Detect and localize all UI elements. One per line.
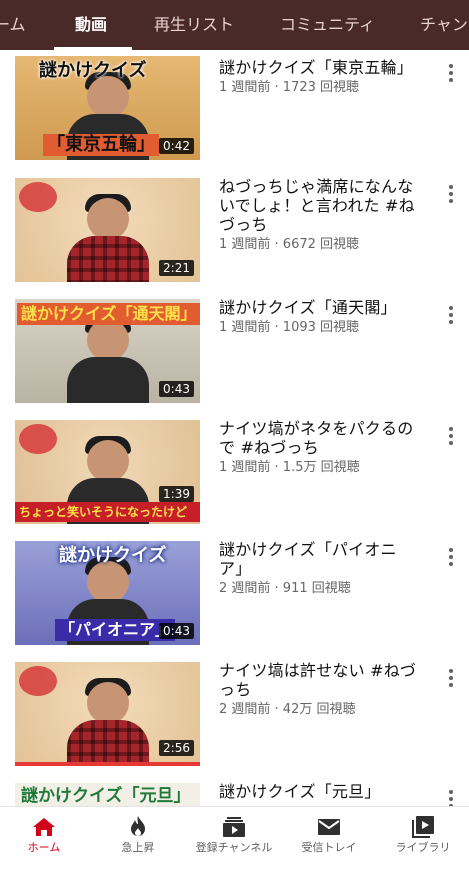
- thumbnail-caption: ちょっと笑いそうになったけど: [15, 502, 200, 522]
- video-title[interactable]: 謎かけクイズ「元旦」: [219, 782, 419, 801]
- video-duration: 0:43: [159, 381, 194, 397]
- home-icon: [33, 818, 55, 836]
- more-options-icon[interactable]: [446, 427, 456, 447]
- nav-label: 急上昇: [121, 841, 155, 854]
- video-thumbnail[interactable]: 謎かけクイズ 「東京五輪」 0:42: [15, 56, 200, 160]
- tab-home[interactable]: ーム: [0, 0, 26, 50]
- video-item[interactable]: 謎かけクイズ 「東京五輪」 0:42 謎かけクイズ「東京五輪」 1 週間前 · …: [0, 52, 469, 173]
- channel-logo-icon: [19, 424, 57, 454]
- tab-community[interactable]: コミュニティ: [280, 0, 375, 50]
- nav-label: ライブラリ: [395, 841, 451, 854]
- thumbnail-caption: 「パイオニア」: [55, 619, 176, 641]
- video-list[interactable]: 謎かけクイズ 「東京五輪」 0:42 謎かけクイズ「東京五輪」 1 週間前 · …: [0, 50, 469, 806]
- video-item[interactable]: 謎かけクイズ 「パイオニア」 0:43 謎かけクイズ「パイオニア」 2 週間前 …: [0, 536, 469, 657]
- nav-label: ホーム: [27, 841, 61, 854]
- video-item[interactable]: 2:56 ナイツ塙は許せない #ねづっち 2 週間前 · 42万 回視聴: [0, 657, 469, 778]
- thumbnail-caption: 謎かけクイズ「元旦」: [21, 786, 191, 806]
- nav-inbox[interactable]: 受信トレイ: [282, 807, 376, 867]
- thumbnail-caption: 「東京五輪」: [43, 134, 159, 156]
- video-title[interactable]: ナイツ塙は許せない #ねづっち: [219, 661, 419, 699]
- thumbnail-caption: 謎かけクイズ: [39, 60, 147, 81]
- more-options-icon[interactable]: [446, 548, 456, 568]
- video-item[interactable]: 謎かけクイズ「元旦」 謎かけクイズ「元旦」: [0, 778, 469, 806]
- video-meta: 1 週間前 · 1093 回視聴: [219, 320, 360, 335]
- more-options-icon[interactable]: [446, 669, 456, 689]
- thumbnail-caption: 謎かけクイズ「通天閣」: [17, 303, 200, 325]
- channel-tab-bar: ーム 動画 再生リスト コミュニティ チャン: [0, 0, 469, 50]
- video-thumbnail[interactable]: 謎かけクイズ「通天閣」 0:43: [15, 299, 200, 403]
- library-play-icon: [412, 816, 434, 838]
- video-duration: 2:56: [159, 740, 194, 756]
- subscriptions-icon: [223, 817, 245, 837]
- video-meta: 2 週間前 · 42万 回視聴: [219, 702, 356, 717]
- video-title[interactable]: 謎かけクイズ「パイオニア」: [219, 540, 419, 578]
- nav-subscriptions[interactable]: 登録チャンネル: [187, 807, 281, 867]
- video-item[interactable]: 2:21 ねづっちじゃ満席になんないでしょ！と言われた #ねづっち 1 週間前 …: [0, 173, 469, 294]
- video-title[interactable]: ナイツ塙がネタをパクるので #ねづっち: [219, 419, 419, 457]
- nav-label: 受信トレイ: [301, 841, 357, 854]
- video-title[interactable]: ねづっちじゃ満席になんないでしょ！と言われた #ねづっち: [219, 177, 419, 234]
- video-duration: 0:42: [159, 138, 194, 154]
- video-title[interactable]: 謎かけクイズ「東京五輪」: [219, 58, 419, 77]
- channel-logo-icon: [19, 666, 57, 696]
- channel-logo-icon: [19, 182, 57, 212]
- video-duration: 1:39: [159, 486, 194, 502]
- video-thumbnail[interactable]: 謎かけクイズ「元旦」: [15, 783, 200, 806]
- tab-videos[interactable]: 動画: [75, 0, 107, 50]
- nav-home[interactable]: ホーム: [0, 807, 91, 867]
- video-item[interactable]: 謎かけクイズ「通天閣」 0:43 謎かけクイズ「通天閣」 1 週間前 · 109…: [0, 294, 469, 415]
- video-meta: 1 週間前 · 1.5万 回視聴: [219, 460, 360, 475]
- video-duration: 0:43: [159, 623, 194, 639]
- video-thumbnail[interactable]: 2:56: [15, 662, 200, 766]
- video-thumbnail[interactable]: ちょっと笑いそうになったけど 1:39: [15, 420, 200, 524]
- video-meta: 2 週間前 · 911 回視聴: [219, 581, 351, 596]
- more-options-icon[interactable]: [446, 185, 456, 205]
- watch-progress-bar: [15, 762, 200, 766]
- video-meta: 1 週間前 · 1723 回視聴: [219, 80, 360, 95]
- thumbnail-caption: 謎かけクイズ: [59, 545, 167, 566]
- nav-library[interactable]: ライブラリ: [376, 807, 469, 867]
- video-duration: 2:21: [159, 260, 194, 276]
- video-thumbnail[interactable]: 2:21: [15, 178, 200, 282]
- video-item[interactable]: ちょっと笑いそうになったけど 1:39 ナイツ塙がネタをパクるので #ねづっち …: [0, 415, 469, 536]
- more-options-icon[interactable]: [446, 306, 456, 326]
- video-meta: 1 週間前 · 6672 回視聴: [219, 237, 360, 252]
- bottom-navigation: ホーム 急上昇 登録チャンネル 受信トレイ ライブラリ: [0, 806, 469, 872]
- video-thumbnail[interactable]: 謎かけクイズ 「パイオニア」 0:43: [15, 541, 200, 645]
- video-title[interactable]: 謎かけクイズ「通天閣」: [219, 298, 419, 317]
- nav-label: 登録チャンネル: [195, 841, 273, 854]
- more-options-icon[interactable]: [446, 64, 456, 84]
- inbox-mail-icon: [318, 819, 340, 835]
- trending-flame-icon: [131, 816, 145, 836]
- tab-playlists[interactable]: 再生リスト: [154, 0, 234, 50]
- more-options-icon[interactable]: [446, 790, 456, 806]
- nav-trending[interactable]: 急上昇: [91, 807, 185, 867]
- tab-channels[interactable]: チャン: [420, 0, 468, 50]
